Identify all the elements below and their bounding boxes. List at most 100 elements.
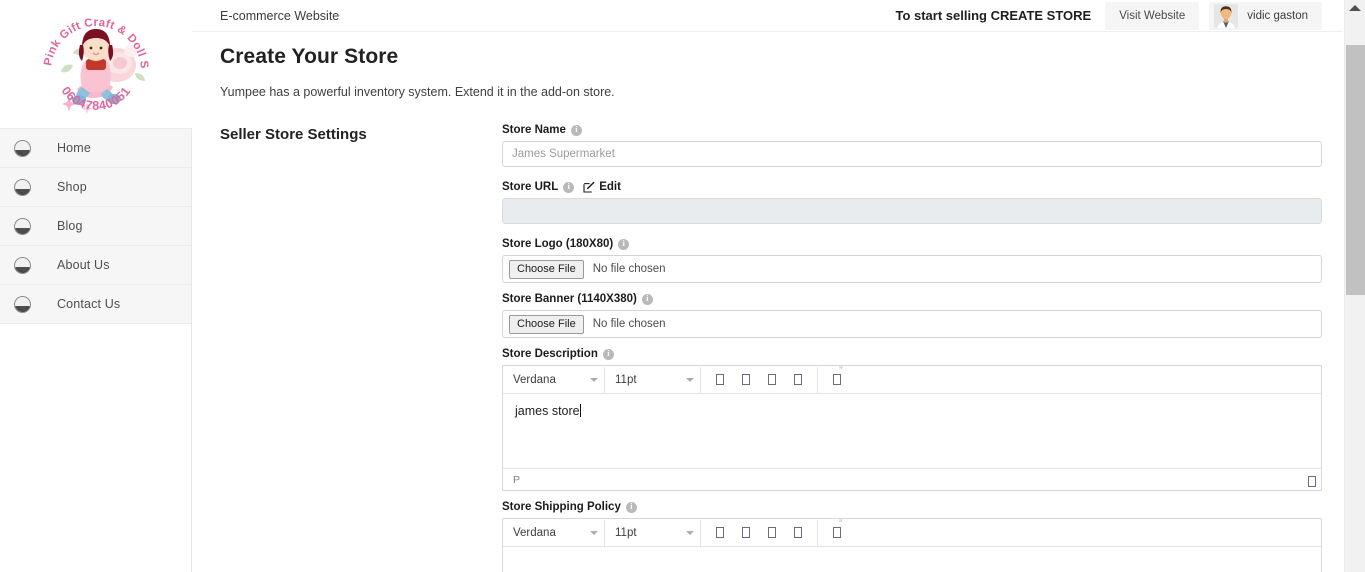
chevron-down-icon — [686, 530, 694, 535]
circle-chevron-icon — [14, 217, 31, 235]
avatar — [1214, 3, 1239, 28]
sidebar-item-blog[interactable]: Blog — [0, 207, 191, 246]
bold-icon — [716, 527, 724, 538]
store-name-label-text: Store Name — [502, 124, 566, 136]
underline-icon — [768, 527, 776, 538]
info-icon[interactable]: i — [570, 124, 582, 136]
font-size-select[interactable]: 11pt — [605, 519, 701, 546]
bold-icon — [716, 374, 724, 385]
section-title: Seller Store Settings — [220, 126, 367, 143]
store-name-label: Store Name i — [502, 124, 1322, 136]
chevron-down-icon — [686, 377, 694, 382]
editor-toolbar: Verdana 11pt ” — [503, 365, 1321, 394]
editor-toolbar: Verdana 11pt ” — [503, 518, 1321, 547]
scrollbar-thumb[interactable] — [1346, 45, 1365, 295]
top-bar-actions: To start selling CREATE STORE Visit Webs… — [895, 0, 1344, 31]
field-store-url: Store URL i Edit — [502, 181, 1322, 224]
store-shipping-policy-editor: Verdana 11pt ” — [502, 518, 1322, 572]
sidebar-item-about-us[interactable]: About Us — [0, 246, 191, 285]
italic-button[interactable] — [733, 368, 759, 392]
underline-icon — [768, 374, 776, 385]
bold-button[interactable] — [707, 521, 733, 545]
text-cursor — [579, 404, 581, 417]
store-logo-label: Store Logo (180X80) i — [502, 238, 1322, 250]
user-name: vidic gaston — [1247, 9, 1308, 22]
app-root: The Pink Gift Craft & Doll Shop 06047840… — [0, 0, 1365, 572]
chevron-down-icon — [590, 377, 598, 382]
file-status-text: No file chosen — [592, 318, 666, 330]
quote-glyph: ” — [839, 365, 843, 377]
visit-website-button[interactable]: Visit Website — [1105, 1, 1200, 30]
strikethrough-button[interactable] — [785, 521, 811, 545]
store-description-editor: Verdana 11pt ” james store P — [502, 365, 1322, 491]
underline-button[interactable] — [759, 521, 785, 545]
blockquote-button[interactable] — [824, 521, 850, 545]
font-family-select[interactable]: Verdana — [503, 366, 605, 393]
font-family-select[interactable]: Verdana — [503, 519, 605, 546]
sidebar-item-label: Home — [57, 141, 91, 155]
store-name-input[interactable] — [502, 141, 1322, 167]
brand-logo[interactable]: The Pink Gift Craft & Doll Shop 06047840… — [0, 0, 192, 128]
info-icon[interactable]: i — [641, 293, 653, 305]
create-store-prompt: To start selling CREATE STORE — [895, 8, 1092, 23]
editor-extra-group — [818, 520, 856, 546]
choose-file-button[interactable]: Choose File — [509, 314, 584, 334]
field-store-shipping-policy: Store Shipping Policy i Verdana 11pt ” — [502, 501, 1322, 572]
circle-chevron-icon — [14, 139, 31, 157]
element-path: P — [513, 473, 521, 486]
vertical-scrollbar[interactable] — [1344, 0, 1365, 572]
site-title: E-commerce Website — [220, 8, 340, 23]
quote-glyph: ” — [839, 518, 843, 530]
editor-resize-handle[interactable] — [1308, 474, 1316, 492]
store-logo-file-input[interactable]: Choose File No file chosen — [502, 255, 1322, 283]
blockquote-button[interactable] — [824, 368, 850, 392]
field-store-name: Store Name i — [502, 124, 1322, 167]
editor-format-group — [701, 366, 818, 393]
font-family-value: Verdana — [513, 526, 556, 539]
info-icon[interactable]: i — [602, 348, 614, 360]
main-content: Create Your Store Yumpee has a powerful … — [192, 32, 1344, 572]
page-title: Create Your Store — [220, 45, 399, 68]
italic-icon — [742, 527, 750, 538]
store-description-textarea[interactable]: james store — [503, 394, 1321, 468]
store-shipping-policy-label: Store Shipping Policy i — [502, 501, 1322, 513]
info-icon[interactable]: i — [563, 181, 575, 193]
store-url-input[interactable] — [502, 198, 1322, 224]
circle-chevron-icon — [14, 178, 31, 196]
editor-status-bar: P — [503, 468, 1321, 490]
field-store-description: Store Description i Verdana 11pt ” james… — [502, 348, 1322, 491]
store-shipping-policy-label-text: Store Shipping Policy — [502, 501, 621, 513]
underline-button[interactable] — [759, 368, 785, 392]
editor-format-group — [701, 519, 818, 546]
font-size-select[interactable]: 11pt — [605, 366, 701, 393]
editor-extra-group — [818, 367, 856, 393]
circle-chevron-icon — [14, 295, 31, 313]
store-url-edit-label: Edit — [599, 181, 621, 193]
user-menu[interactable]: vidic gaston — [1209, 1, 1322, 30]
store-banner-label-text: Store Banner (1140X380) — [502, 293, 637, 305]
sidebar-item-label: Contact Us — [57, 297, 121, 311]
italic-button[interactable] — [733, 521, 759, 545]
page-subtitle: Yumpee has a powerful inventory system. … — [220, 85, 615, 99]
store-url-edit-link[interactable]: Edit — [583, 181, 621, 193]
info-icon[interactable]: i — [618, 238, 630, 250]
store-url-label-text: Store URL — [502, 181, 559, 193]
scroll-up-arrow-icon[interactable] — [1349, 5, 1361, 11]
sidebar-nav: Home Shop Blog About Us Contact Us — [0, 128, 191, 324]
store-shipping-policy-textarea[interactable] — [503, 547, 1321, 572]
chevron-down-icon — [590, 530, 598, 535]
resize-icon — [1308, 476, 1316, 487]
sidebar-item-label: Shop — [57, 180, 87, 194]
font-size-value: 11pt — [615, 526, 637, 539]
store-banner-file-input[interactable]: Choose File No file chosen — [502, 310, 1322, 338]
font-size-value: 11pt — [615, 373, 637, 386]
choose-file-button[interactable]: Choose File — [509, 259, 584, 279]
top-bar: E-commerce Website To start selling CREA… — [192, 0, 1344, 32]
bold-button[interactable] — [707, 368, 733, 392]
info-icon[interactable]: i — [625, 501, 637, 513]
sidebar-item-shop[interactable]: Shop — [0, 168, 191, 207]
sidebar-item-home[interactable]: Home — [0, 129, 191, 168]
font-family-value: Verdana — [513, 373, 556, 386]
strikethrough-button[interactable] — [785, 368, 811, 392]
sidebar-item-contact-us[interactable]: Contact Us — [0, 285, 191, 324]
